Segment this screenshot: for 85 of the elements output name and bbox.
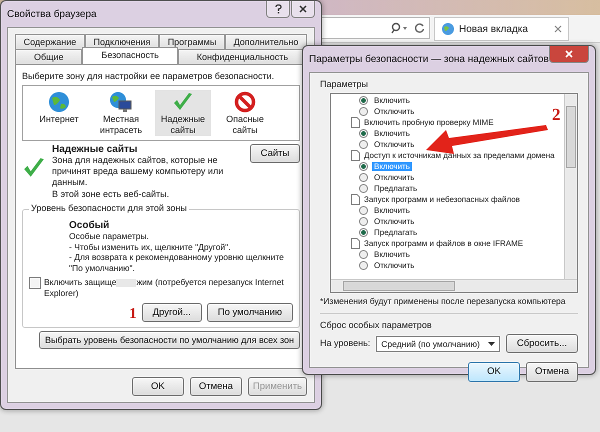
reset-button[interactable]: Сбросить... (506, 334, 578, 354)
group-legend: Уровень безопасности для этой зоны (29, 202, 189, 213)
radio-button[interactable] (359, 228, 368, 238)
help-button[interactable] (266, 1, 290, 18)
annotation-number: 2 (552, 106, 560, 123)
reset-all-zones-button[interactable]: Выбрать уровень безопасности по умолчанию для всех зон (38, 330, 300, 349)
close-button[interactable] (549, 46, 589, 63)
dialog-button[interactable]: OK (132, 376, 184, 396)
option-label[interactable]: Включить (372, 206, 412, 216)
help-icon (274, 4, 282, 14)
level-label: На уровень: (320, 338, 370, 350)
tab[interactable]: Программы (159, 34, 225, 49)
reset-label: Сброс особых параметров (320, 320, 433, 332)
option-label[interactable]: Отключить (372, 140, 416, 150)
dialog-button[interactable]: По умолчанию (206, 302, 293, 322)
level-description: - Для возврата к рекомендованному уровню щелкните "По умолчанию". (69, 252, 285, 274)
checkbox-label: Включить защище жим (потребуется перезапуск Internet Explorer) (44, 277, 285, 299)
prohibited-icon (234, 91, 256, 114)
option-label[interactable]: Отключить (372, 107, 416, 116)
option-label[interactable]: Предлагать (372, 228, 420, 238)
radio-button[interactable] (359, 162, 368, 172)
dialog-button[interactable]: Отмена (190, 376, 242, 396)
zone-item[interactable]: Опасные сайты (217, 90, 273, 136)
radio-button[interactable] (359, 206, 368, 216)
restart-note: *Изменения будут применены после перезапуска компьютера (320, 296, 566, 307)
radio-button[interactable] (359, 129, 368, 138)
radio-button[interactable] (359, 140, 368, 150)
tab[interactable]: Содержание (15, 34, 85, 49)
close-button[interactable] (291, 1, 315, 18)
level-dropdown[interactable]: Средний (по умолчанию) (376, 336, 500, 352)
setting-title: Запуск программ и файлов в окне IFRAME (364, 239, 524, 248)
zone-title: Надежные сайты (52, 144, 138, 155)
window-title: Параметры безопасности — зона надежных сайтов (309, 54, 549, 64)
setting-title: Доступ к источникам данных за пределами домена (364, 151, 555, 160)
close-icon (565, 50, 573, 58)
close-icon[interactable] (554, 25, 562, 33)
zone-item[interactable]: Надежные сайты (155, 90, 211, 136)
zone-item[interactable]: Интернет (31, 90, 87, 136)
radio-button[interactable] (359, 217, 368, 226)
zone-item[interactable]: Местная интрасеть (93, 90, 149, 136)
browser-tab[interactable]: Новая вкладка (434, 17, 569, 41)
level-description: Особые параметры. (69, 230, 150, 242)
annotation-number: 1 (129, 306, 137, 322)
radio-button[interactable] (359, 250, 368, 260)
vertical-scrollbar[interactable] (564, 94, 577, 280)
horizontal-scrollbar[interactable] (331, 279, 577, 292)
radio-button[interactable] (359, 96, 368, 106)
zone-description: Зона для надежных сайтов, которые не причинят вреда вашему компьютеру или данным. (52, 154, 224, 189)
level-name: Особый (69, 220, 110, 231)
setting-title: Запуск программ и небезопасных файлов (364, 195, 520, 204)
document-icon (351, 194, 360, 206)
sites-button[interactable]: Сайты (250, 144, 300, 163)
globe-icon (441, 22, 455, 36)
option-label[interactable]: Включить (372, 129, 412, 138)
option-label[interactable]: Включить (372, 96, 412, 106)
level-description: - Чтобы изменить их, щелкните "Другой". (69, 242, 232, 252)
dialog-button[interactable]: OK (468, 362, 520, 382)
radio-button[interactable] (359, 184, 368, 194)
refresh-icon[interactable] (415, 23, 425, 33)
option-label[interactable]: Предлагать (372, 184, 420, 194)
dialog-button[interactable]: Отмена (526, 362, 578, 382)
document-icon (351, 238, 360, 250)
option-label[interactable]: Включить (372, 250, 412, 260)
document-icon (351, 117, 360, 128)
option-label[interactable]: Отключить (372, 261, 416, 270)
document-icon (351, 150, 360, 162)
option-label[interactable]: Отключить (372, 217, 416, 226)
radio-button[interactable] (359, 173, 368, 182)
settings-label: Параметры (320, 79, 369, 90)
dialog-button[interactable]: Другой... (142, 302, 202, 322)
checkbox[interactable] (29, 277, 41, 290)
window-title: Свойства браузера (7, 8, 97, 20)
caret-icon (488, 342, 495, 346)
globe-icon (48, 91, 70, 114)
globe-monitor-icon (109, 91, 133, 114)
option-label[interactable]: Отключить (372, 173, 416, 182)
radio-button[interactable] (359, 261, 368, 270)
zone-note: В этой зоне есть веб-сайты. (52, 188, 170, 200)
zone-prompt: Выберите зону для настройки ее параметров безопасности. (22, 71, 276, 82)
tab[interactable]: Дополнительно (224, 34, 308, 49)
tab[interactable]: Безопасность (82, 47, 178, 64)
radio-button[interactable] (359, 107, 368, 116)
close-icon (299, 5, 307, 13)
tab[interactable]: Общие (15, 49, 82, 64)
setting-title: Включить пробную проверку MIME (364, 118, 494, 128)
